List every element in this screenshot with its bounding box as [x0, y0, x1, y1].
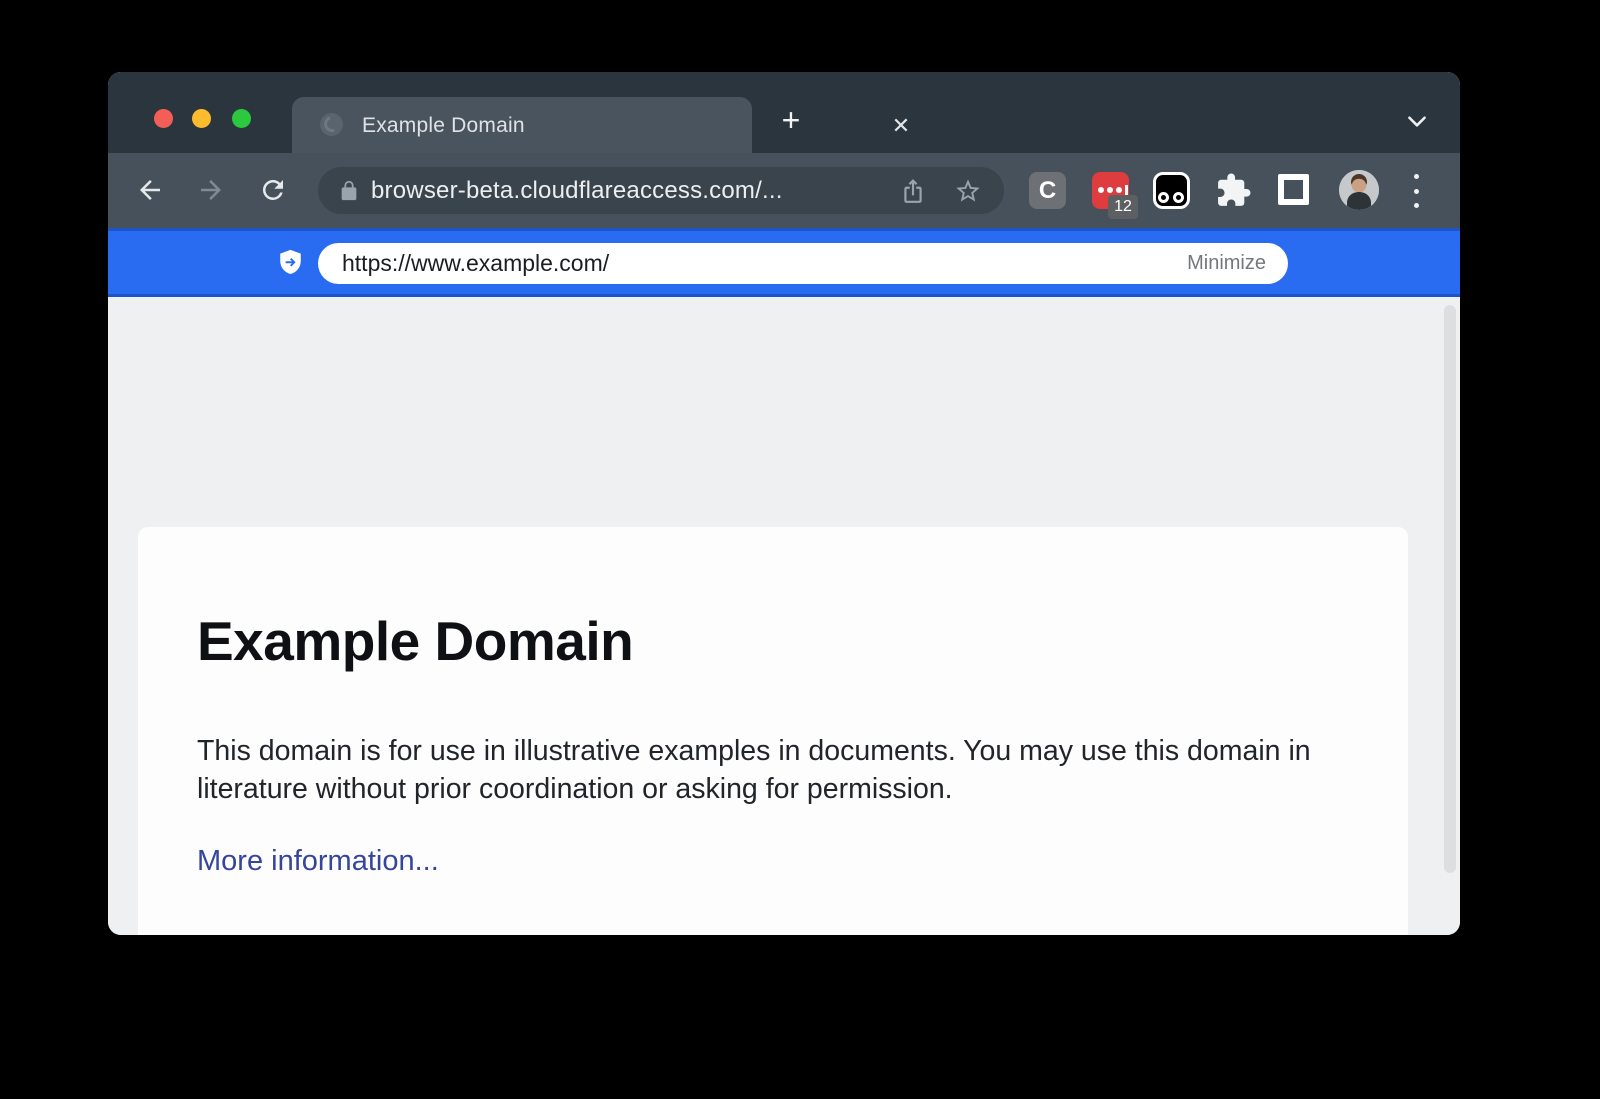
traffic-light-close[interactable]	[154, 109, 173, 128]
extension-badge-count: 12	[1108, 195, 1138, 219]
more-information-link[interactable]: More information...	[197, 845, 439, 878]
isolation-address-bar: https://www.example.com/ Minimize	[108, 228, 1460, 297]
tab-title: Example Domain	[362, 114, 525, 138]
traffic-light-zoom[interactable]	[232, 109, 251, 128]
side-panel-icon[interactable]	[1278, 174, 1309, 205]
traffic-light-minimize[interactable]	[192, 109, 211, 128]
extensions-puzzle-icon[interactable]	[1215, 172, 1252, 209]
tab-close-icon[interactable]: ✕	[888, 113, 914, 139]
bookmark-star-icon[interactable]	[954, 177, 982, 205]
back-button[interactable]	[133, 173, 167, 207]
isolation-url-text[interactable]: https://www.example.com/	[342, 250, 1187, 277]
new-tab-button[interactable]: +	[774, 104, 808, 138]
chevron-down-icon[interactable]	[1404, 108, 1430, 134]
tab-strip: Example Domain ✕ +	[108, 72, 1460, 153]
lock-icon	[338, 180, 360, 202]
browser-toolbar: browser-beta.cloudflareaccess.com/... C …	[108, 153, 1460, 228]
vertical-scrollbar[interactable]	[1444, 305, 1456, 873]
shield-arrow-icon	[276, 248, 305, 277]
globe-favicon-icon	[320, 113, 343, 136]
address-bar-url[interactable]: browser-beta.cloudflareaccess.com/...	[371, 177, 900, 205]
browser-window: Example Domain ✕ + browser-beta.cloudfla…	[108, 72, 1460, 935]
browser-menu-icon[interactable]	[1411, 174, 1421, 208]
extension-black-icon[interactable]	[1153, 172, 1190, 209]
tab-example-domain[interactable]: Example Domain ✕	[292, 97, 752, 153]
page-viewport: Example Domain This domain is for use in…	[108, 297, 1460, 935]
forward-button[interactable]	[194, 173, 228, 207]
reload-button[interactable]	[256, 173, 290, 207]
share-icon[interactable]	[900, 178, 926, 204]
content-card: Example Domain This domain is for use in…	[138, 527, 1408, 935]
profile-avatar[interactable]	[1339, 170, 1379, 210]
red-extension-dots	[1098, 185, 1128, 195]
page-title: Example Domain	[197, 609, 633, 673]
minimize-button[interactable]: Minimize	[1187, 252, 1266, 275]
page-paragraph: This domain is for use in illustrative e…	[197, 732, 1347, 808]
extension-c-icon[interactable]: C	[1029, 172, 1066, 209]
isolation-url-input[interactable]: https://www.example.com/ Minimize	[318, 243, 1288, 284]
address-bar[interactable]: browser-beta.cloudflareaccess.com/...	[318, 167, 1004, 214]
